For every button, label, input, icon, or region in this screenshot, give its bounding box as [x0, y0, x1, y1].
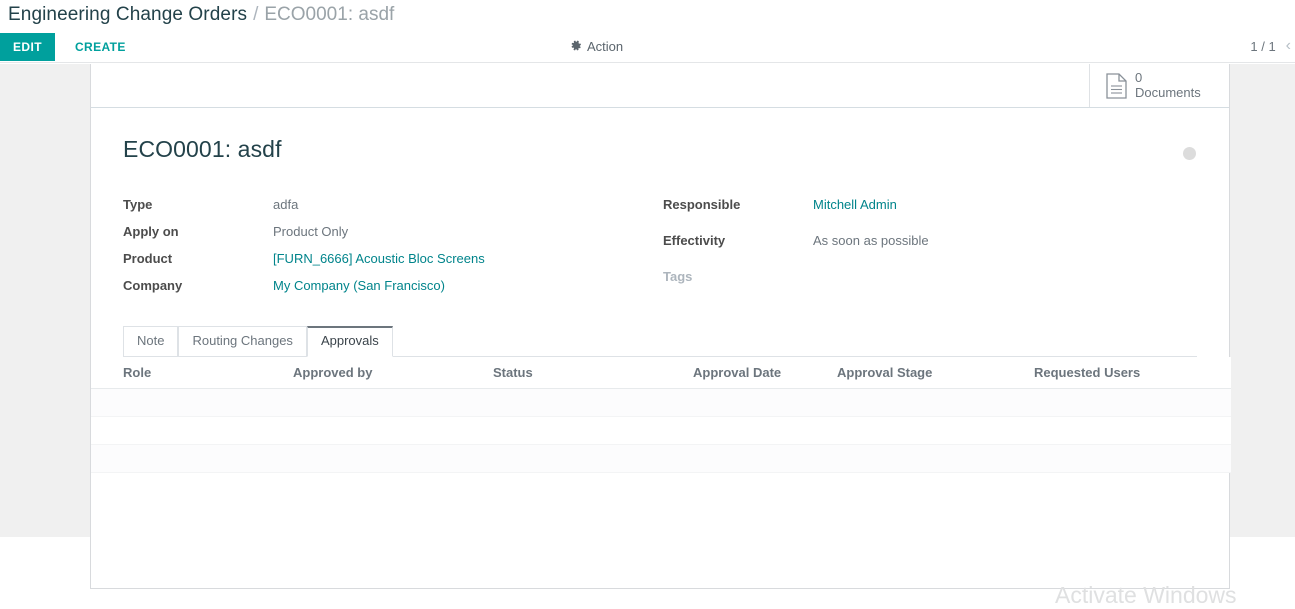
activity-dot-icon[interactable] — [1183, 147, 1196, 160]
tab-approvals[interactable]: Approvals — [306, 326, 393, 357]
breadcrumb: Engineering Change Orders / ECO0001: asd… — [0, 0, 1295, 30]
table-header-row: Role Approved by Status Approval Date Ap… — [91, 357, 1231, 389]
notebook: Note Routing Changes Approvals Role Appr… — [91, 325, 1231, 588]
field-value-responsible-link[interactable]: Mitchell Admin — [813, 197, 1123, 233]
field-label-effectivity: Effectivity — [663, 233, 726, 248]
approvals-table: Role Approved by Status Approval Date Ap… — [91, 357, 1231, 473]
field-row-type: Type adfa — [123, 197, 663, 224]
table-cell — [693, 416, 837, 445]
approvals-table-body — [91, 388, 1231, 473]
documents-stat-label: Documents — [1135, 84, 1201, 100]
field-group-right: Responsible Mitchell Admin Effectivity A… — [663, 197, 1123, 305]
table-cell — [693, 444, 837, 473]
field-value-product-link[interactable]: [FURN_6666] Acoustic Bloc Screens — [273, 251, 663, 278]
breadcrumb-root-link[interactable]: Engineering Change Orders — [8, 4, 247, 26]
field-label-type: Type — [123, 197, 153, 212]
field-value-apply-on[interactable]: Product Only — [273, 224, 663, 251]
table-empty-area — [123, 473, 1197, 588]
record-sheet: 0 Documents ECO0001: asdf Type adfa Appl… — [90, 64, 1231, 589]
table-cell — [837, 444, 1034, 473]
table-cell — [493, 416, 693, 445]
field-value-company-link[interactable]: My Company (San Francisco) — [273, 278, 663, 305]
column-header-status[interactable]: Status — [493, 357, 693, 389]
tab-note[interactable]: Note — [123, 326, 179, 357]
field-label-product: Product — [123, 251, 173, 266]
table-cell — [1034, 388, 1231, 417]
stat-button-box: 0 Documents — [91, 64, 1229, 108]
table-cell — [493, 444, 693, 473]
control-panel: EDIT CREATE Action 1 / 1 ‹ — [0, 30, 1295, 63]
control-panel-buttons: EDIT CREATE — [0, 30, 138, 62]
field-row-responsible: Responsible Mitchell Admin — [663, 197, 1123, 233]
create-button[interactable]: CREATE — [63, 33, 138, 61]
table-cell — [837, 388, 1034, 417]
field-label-tags: Tags — [663, 269, 693, 284]
breadcrumb-current: ECO0001: asdf — [264, 4, 395, 25]
chevron-left-icon[interactable]: ‹ — [1286, 37, 1293, 55]
table-cell — [91, 416, 293, 445]
field-value-tags[interactable] — [813, 269, 1123, 305]
gear-icon — [570, 40, 582, 52]
table-cell — [837, 416, 1034, 445]
sheet-content: ECO0001: asdf Type adfa Apply on Product… — [91, 108, 1231, 588]
table-cell — [293, 416, 493, 445]
tab-routing-changes[interactable]: Routing Changes — [178, 326, 307, 357]
column-header-approval-date[interactable]: Approval Date — [693, 357, 837, 389]
pager-counter: 1 / 1 — [1250, 38, 1276, 54]
table-cell — [91, 388, 293, 417]
documents-stat-value: 0 — [1135, 69, 1143, 85]
table-cell — [493, 388, 693, 417]
column-header-requested-users[interactable]: Requested Users — [1034, 357, 1231, 389]
field-row-tags: Tags — [663, 269, 1123, 305]
form-view-canvas: 0 Documents ECO0001: asdf Type adfa Appl… — [0, 64, 1295, 608]
field-value-effectivity[interactable]: As soon as possible — [813, 233, 1123, 269]
column-header-role[interactable]: Role — [91, 357, 293, 389]
field-label-apply-on: Apply on — [123, 224, 179, 239]
action-menu-container: Action — [570, 30, 623, 62]
field-group-left: Type adfa Apply on Product Only Product … — [123, 197, 663, 305]
action-menu-button[interactable]: Action — [570, 39, 623, 54]
table-cell — [1034, 444, 1231, 473]
documents-stat-text: 0 Documents — [1135, 69, 1201, 101]
field-groups: Type adfa Apply on Product Only Product … — [123, 197, 1197, 305]
field-value-type[interactable]: adfa — [273, 197, 663, 224]
field-row-product: Product [FURN_6666] Acoustic Bloc Screen… — [123, 251, 663, 278]
table-cell — [293, 444, 493, 473]
field-label-company: Company — [123, 278, 183, 293]
column-header-approval-stage[interactable]: Approval Stage — [837, 357, 1034, 389]
edit-button[interactable]: EDIT — [0, 33, 55, 61]
table-cell — [91, 444, 293, 473]
table-cell — [693, 388, 837, 417]
table-cell — [293, 388, 493, 417]
table-row[interactable] — [91, 388, 1231, 417]
breadcrumb-separator: / — [253, 4, 259, 25]
pager: 1 / 1 ‹ — [1250, 30, 1295, 62]
approvals-table-head: Role Approved by Status Approval Date Ap… — [91, 357, 1231, 389]
page-title: ECO0001: asdf — [123, 136, 282, 162]
column-header-approved-by[interactable]: Approved by — [293, 357, 493, 389]
field-row-company: Company My Company (San Francisco) — [123, 278, 663, 305]
documents-stat-button[interactable]: 0 Documents — [1089, 64, 1229, 107]
table-cell — [1034, 416, 1231, 445]
field-row-effectivity: Effectivity As soon as possible — [663, 233, 1123, 269]
table-row[interactable] — [91, 444, 1231, 473]
field-row-apply-on: Apply on Product Only — [123, 224, 663, 251]
table-row[interactable] — [91, 416, 1231, 445]
field-label-responsible: Responsible — [663, 197, 741, 212]
action-menu-label: Action — [587, 38, 624, 54]
notebook-tabs: Note Routing Changes Approvals — [123, 325, 1197, 357]
document-icon — [1106, 72, 1127, 99]
